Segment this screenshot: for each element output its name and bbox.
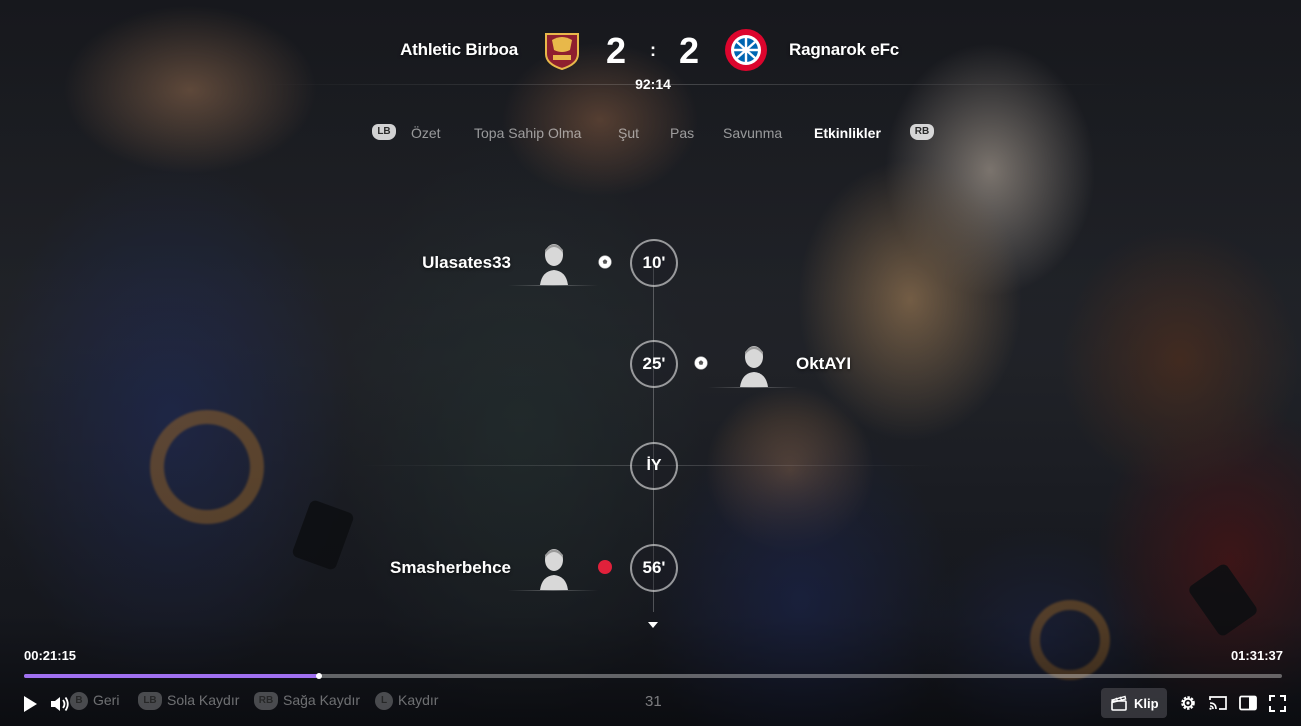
lb-bumper-icon: LB (372, 124, 396, 140)
tab-shots[interactable]: Şut (618, 125, 639, 141)
hint-back: B Geri (70, 692, 120, 711)
hint-scroll-left: LB Sola Kaydır (138, 692, 240, 711)
bayern-crest-icon (725, 29, 767, 71)
theater-mode-icon[interactable] (1239, 695, 1257, 711)
clip-label: Klip (1134, 696, 1159, 711)
clip-icon (1111, 695, 1127, 711)
roma-crest-icon (545, 33, 579, 70)
event-player-name: Ulasates33 (422, 253, 511, 272)
lb-button-icon: LB (138, 692, 162, 711)
tab-defense[interactable]: Savunma (723, 125, 782, 141)
event-player-name: OktAYI (796, 354, 852, 373)
avatar-plate (508, 590, 598, 591)
red-card-icon (598, 560, 612, 574)
event-minute: 56' (630, 544, 678, 592)
tab-possession[interactable]: Topa Sahip Olma (474, 125, 581, 141)
current-time: 00:21:15 (24, 648, 77, 663)
tab-passes[interactable]: Pas (670, 125, 694, 141)
shirt-sponsor-logo (150, 410, 264, 524)
clip-button[interactable]: Klip (1101, 688, 1167, 718)
rb-bumper-icon: RB (910, 124, 934, 140)
hint-label: Sağa Kaydır (283, 692, 361, 708)
hint-label: Kaydır (398, 692, 439, 708)
scoreboard: Athletic Birboa 2 : 2 Ragnarok eFc 92:14 (0, 28, 1301, 92)
hint-scroll: L Kaydır (375, 692, 439, 711)
b-button-icon: B (70, 692, 88, 711)
phone-in-hand (1186, 562, 1260, 638)
volume-icon[interactable] (50, 695, 70, 713)
hint-label: Sola Kaydır (167, 692, 240, 708)
left-stick-icon: L (375, 692, 393, 711)
play-icon[interactable] (22, 695, 38, 713)
hint-label: Geri (93, 692, 120, 708)
player-avatar-icon (740, 346, 768, 387)
cast-icon[interactable] (1209, 695, 1227, 711)
player-avatar-icon (540, 244, 568, 285)
fullscreen-icon[interactable] (1269, 695, 1286, 712)
phone-in-hand (291, 498, 355, 572)
center-counter: 31 (645, 693, 662, 710)
stats-tab-bar: LB Özet Topa Sahip Olma Şut Pas Savunma … (0, 122, 1301, 144)
away-score: 2 (679, 30, 700, 71)
home-team-name: Athletic Birboa (400, 40, 518, 59)
football-icon (694, 356, 708, 370)
event-minute: 25' (630, 340, 678, 388)
seek-bar[interactable] (24, 673, 1282, 679)
settings-gear-icon[interactable] (1179, 694, 1197, 712)
home-score: 2 (606, 30, 627, 71)
seek-bar-progress (24, 674, 320, 678)
shirt-sponsor-logo (1030, 600, 1110, 680)
score-separator: : (650, 40, 656, 60)
total-duration: 01:31:37 (1230, 648, 1283, 663)
hint-scroll-right: RB Sağa Kaydır (254, 692, 361, 711)
rb-button-icon: RB (254, 692, 278, 711)
half-time-marker: İY (630, 442, 678, 490)
away-team-name: Ragnarok eFc (789, 40, 900, 59)
tab-ozet[interactable]: Özet (411, 125, 441, 141)
event-minute: 10' (630, 239, 678, 287)
avatar-plate (708, 387, 798, 388)
football-icon (598, 255, 612, 269)
header-divider (260, 84, 1120, 85)
tab-events[interactable]: Etkinlikler (814, 125, 881, 141)
event-player-name: Smasherbehce (390, 558, 511, 577)
scroll-more-arrow-icon[interactable] (648, 622, 658, 628)
avatar-plate (508, 285, 598, 286)
player-avatar-icon (540, 549, 568, 590)
